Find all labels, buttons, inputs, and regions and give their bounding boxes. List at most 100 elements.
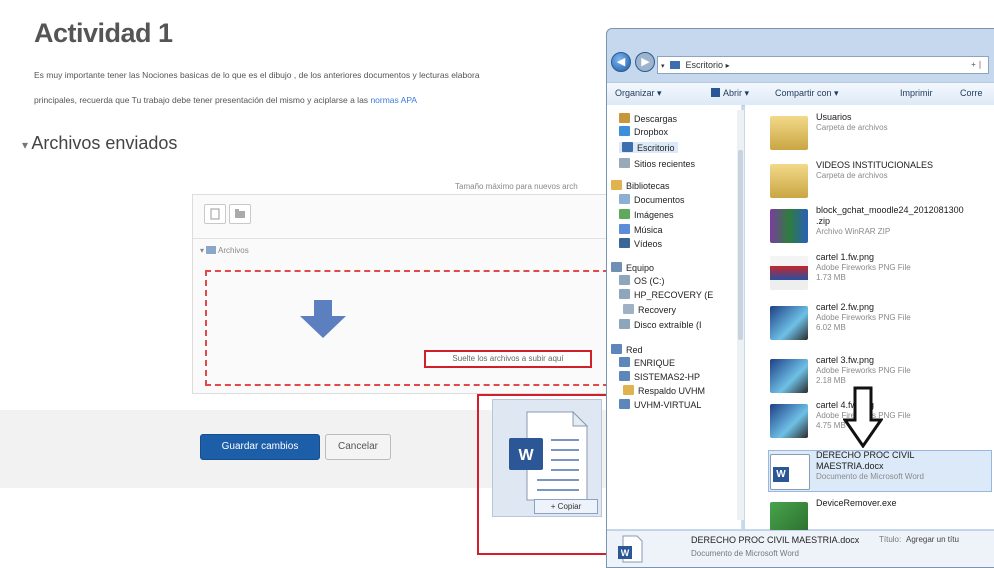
nav-item-icon bbox=[622, 142, 633, 152]
address-bar[interactable]: ▾ Escritorio ▸ + ∣ bbox=[657, 56, 989, 74]
nav-item[interactable]: UVHM-VIRTUAL bbox=[619, 399, 701, 410]
nav-item-label: Descargas bbox=[634, 114, 678, 124]
word-document-icon: W bbox=[770, 454, 810, 490]
file-name: cartel 3.fw.png bbox=[816, 355, 875, 365]
cancel-button[interactable]: Cancelar bbox=[325, 434, 391, 460]
file-item[interactable]: W DERECHO PROC CIVIL MAESTRIA.docx Document… bbox=[770, 450, 994, 494]
file-item[interactable]: Usuarios Carpeta de archivos bbox=[770, 112, 994, 156]
folder-icon bbox=[770, 164, 808, 198]
folder-icon bbox=[206, 246, 217, 254]
nav-item-icon bbox=[619, 126, 630, 136]
nav-item[interactable]: Respaldo UVHM bbox=[623, 385, 705, 396]
nav-item[interactable]: Descargas bbox=[619, 113, 677, 124]
nav-item-icon bbox=[619, 194, 630, 204]
save-button[interactable]: Guardar cambios bbox=[200, 434, 320, 460]
apa-norms-link[interactable]: normas APA bbox=[370, 95, 417, 105]
address-path: Escritorio bbox=[685, 60, 724, 70]
nav-scrollbar-thumb[interactable] bbox=[738, 150, 743, 340]
nav-item-label: Vídeos bbox=[634, 239, 663, 249]
image-icon bbox=[770, 256, 808, 290]
folder-label: Archivos bbox=[218, 246, 249, 255]
file-name: DeviceRemover.exe bbox=[816, 498, 897, 508]
nav-item-label: Recovery bbox=[638, 305, 677, 315]
nav-item[interactable]: Dropbox bbox=[619, 126, 668, 137]
back-button[interactable]: ◀ bbox=[611, 52, 631, 72]
winrar-icon bbox=[770, 209, 808, 243]
nav-item-label: UVHM-VIRTUAL bbox=[634, 400, 702, 410]
nav-item-icon bbox=[619, 399, 630, 409]
file-item[interactable]: block_gchat_moodle24_2012081300 .zip Archi… bbox=[770, 205, 994, 249]
nav-item[interactable]: Bibliotecas bbox=[611, 180, 670, 191]
drop-zone-text: Suelte los archivos a subir aquí bbox=[424, 350, 592, 368]
nav-item[interactable]: Recovery bbox=[623, 304, 676, 315]
drop-zone[interactable] bbox=[205, 270, 619, 386]
folder-path[interactable]: ▾ Archivos bbox=[200, 246, 249, 255]
add-file-icon bbox=[210, 208, 220, 220]
activity-description-line-1: Es muy importante tener las Nociones bas… bbox=[34, 70, 480, 80]
nav-item[interactable]: Vídeos bbox=[619, 238, 662, 249]
section-title[interactable]: ▾ Archivos enviados bbox=[22, 133, 177, 154]
organize-menu[interactable]: Organizar ▾ bbox=[615, 88, 662, 99]
file-size: 6.02 MB bbox=[816, 323, 846, 332]
file-size: 1.73 MB bbox=[816, 273, 846, 282]
file-type: Carpeta de archivos bbox=[816, 171, 888, 180]
nav-item[interactable]: OS (C:) bbox=[619, 275, 665, 286]
svg-text:W: W bbox=[518, 447, 534, 464]
address-arrow-icon: ▸ bbox=[725, 61, 730, 70]
nav-item-label: Documentos bbox=[634, 195, 685, 205]
nav-item[interactable]: HP_RECOVERY (E bbox=[619, 289, 713, 300]
nav-item-icon bbox=[619, 371, 630, 381]
nav-item-icon bbox=[619, 158, 630, 168]
nav-item-icon bbox=[611, 344, 622, 354]
details-title-value[interactable]: Agregar un títu bbox=[906, 535, 959, 544]
nav-item-icon bbox=[611, 180, 622, 190]
nav-item-icon bbox=[611, 262, 622, 272]
share-menu[interactable]: Compartir con ▾ bbox=[775, 88, 839, 99]
file-size: 2.18 MB bbox=[816, 376, 846, 385]
nav-item[interactable]: ENRIQUE bbox=[619, 357, 675, 368]
nav-item[interactable]: Equipo bbox=[611, 262, 654, 273]
file-item[interactable]: cartel 1.fw.png Adobe Fireworks PNG File 1… bbox=[770, 252, 994, 296]
print-button[interactable]: Imprimir bbox=[900, 88, 933, 98]
nav-item-label: Respaldo UVHM bbox=[638, 386, 706, 396]
file-type: Adobe Fireworks PNG File bbox=[816, 366, 911, 375]
file-item[interactable]: cartel 2.fw.png Adobe Fireworks PNG File 6… bbox=[770, 302, 994, 346]
open-menu-label: Abrir ▾ bbox=[723, 88, 750, 98]
nav-item-icon bbox=[619, 113, 630, 123]
file-name: Usuarios bbox=[816, 112, 852, 122]
file-type: Adobe Fireworks PNG File bbox=[816, 263, 911, 272]
nav-item[interactable]: Imágenes bbox=[619, 209, 674, 220]
file-type: Documento de Microsoft Word bbox=[816, 472, 924, 481]
drop-arrow-icon bbox=[300, 300, 346, 338]
file-name: cartel 1.fw.png bbox=[816, 252, 875, 262]
nav-item[interactable]: Disco extraíble (I bbox=[619, 319, 702, 330]
svg-text:W: W bbox=[621, 548, 630, 558]
create-folder-button[interactable] bbox=[229, 204, 251, 224]
nav-item-icon bbox=[619, 224, 630, 234]
nav-item[interactable]: Documentos bbox=[619, 194, 685, 205]
copy-tooltip: + Copiar bbox=[534, 499, 598, 514]
email-button[interactable]: Corre bbox=[960, 88, 983, 98]
refresh-button[interactable]: + ∣ bbox=[971, 57, 982, 73]
nav-item-icon bbox=[619, 319, 630, 329]
add-file-button[interactable] bbox=[204, 204, 226, 224]
file-name-continued: MAESTRIA.docx bbox=[816, 461, 884, 471]
nav-item-label: Música bbox=[634, 225, 663, 235]
nav-item[interactable]: Red bbox=[611, 344, 643, 355]
open-menu[interactable]: Abrir ▾ bbox=[711, 88, 749, 99]
desktop-icon bbox=[670, 61, 681, 69]
forward-button[interactable]: ▶ bbox=[635, 52, 656, 72]
nav-item-icon bbox=[619, 238, 630, 248]
activity-description-line-2: principales, recuerda que Tu trabajo deb… bbox=[34, 95, 417, 105]
nav-item[interactable]: Música bbox=[619, 224, 663, 235]
nav-item[interactable]: Sitios recientes bbox=[619, 158, 695, 169]
nav-item-label: Equipo bbox=[626, 263, 655, 273]
nav-item-label: HP_RECOVERY (E bbox=[634, 290, 714, 300]
nav-item[interactable]: SISTEMAS2-HP bbox=[619, 371, 700, 382]
file-item[interactable]: VIDEOS INSTITUCIONALES Carpeta de archivo… bbox=[770, 160, 994, 204]
nav-item[interactable]: Escritorio bbox=[619, 142, 678, 153]
image-icon bbox=[770, 306, 808, 340]
max-file-size-text: Tamaño máximo para nuevos arch bbox=[455, 182, 578, 191]
nav-item-label: Dropbox bbox=[634, 127, 669, 137]
file-type: Archivo WinRAR ZIP bbox=[816, 227, 891, 236]
